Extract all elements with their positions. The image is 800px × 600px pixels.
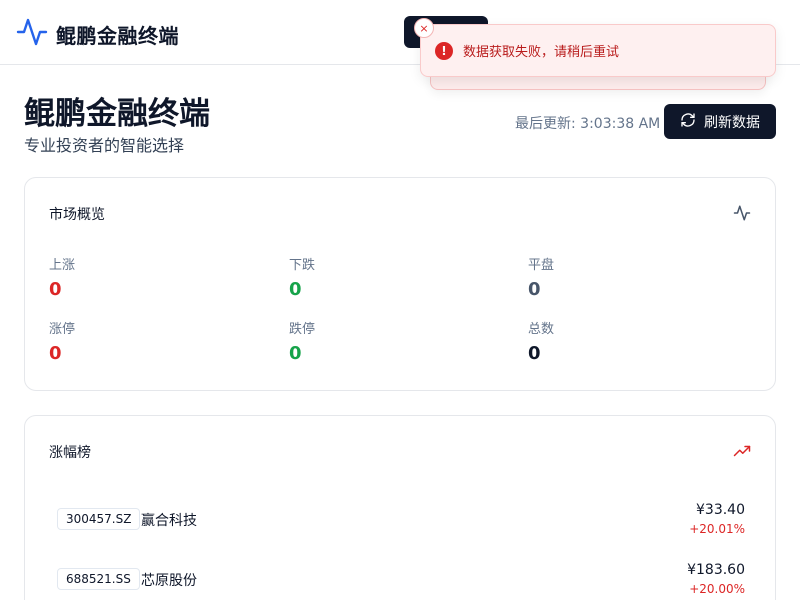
stat-value: 0 <box>49 279 62 300</box>
stock-code-badge: 688521.SS <box>57 568 140 590</box>
stat-limit-up: 涨停 0 <box>49 318 269 364</box>
error-circle-icon: ! <box>435 41 453 60</box>
stat-label: 平盘 <box>528 258 555 273</box>
last-update-text: 最后更新: 3:03:38 AM <box>515 116 661 132</box>
stat-flat: 平盘 0 <box>528 254 748 300</box>
market-overview-card: 市场概览 上涨 0 下跌 0 平盘 0 涨停 0 跌停 0 总数 0 <box>24 177 776 391</box>
stat-value: 0 <box>528 343 541 364</box>
stat-down: 下跌 0 <box>289 254 509 300</box>
stat-label: 下跌 <box>289 258 316 273</box>
stat-label: 涨停 <box>49 322 76 337</box>
brand[interactable]: 鲲鹏金融终端 <box>16 16 179 52</box>
stock-code-badge: 300457.SZ <box>57 508 141 530</box>
activity-pulse-icon <box>16 16 48 52</box>
page-title: 鲲鹏金融终端 <box>24 96 210 132</box>
refresh-button[interactable]: 刷新数据 <box>664 104 776 139</box>
trending-up-icon <box>733 442 751 460</box>
toast-message: 数据获取失败，请稍后重试 <box>463 45 620 60</box>
stat-value: 0 <box>289 279 302 300</box>
card-title: 涨幅榜 <box>49 445 91 461</box>
error-toast: ! 数据获取失败，请稍后重试 × <box>414 18 776 77</box>
table-row[interactable]: 300457.SZ 赢合科技 ¥33.40 +20.01% <box>57 496 745 536</box>
table-row[interactable]: 688521.SS 芯原股份 ¥183.60 +20.00% <box>57 556 745 596</box>
card-title: 市场概览 <box>49 207 105 223</box>
stock-price: ¥33.40 <box>696 502 745 518</box>
stock-change: +20.00% <box>689 582 745 596</box>
close-icon[interactable]: × <box>414 18 434 38</box>
refresh-icon <box>680 112 696 132</box>
stat-up: 上涨 0 <box>49 254 269 300</box>
stat-label: 跌停 <box>289 322 316 337</box>
stat-value: 0 <box>528 279 541 300</box>
stat-label: 总数 <box>528 322 555 337</box>
refresh-label: 刷新数据 <box>704 114 760 131</box>
activity-icon <box>733 204 751 222</box>
stat-value: 0 <box>289 343 302 364</box>
stock-name: 芯原股份 <box>141 573 197 589</box>
stock-change: +20.01% <box>689 522 745 536</box>
stat-value: 0 <box>49 343 62 364</box>
page-subtitle: 专业投资者的智能选择 <box>24 136 185 155</box>
stat-limit-down: 跌停 0 <box>289 318 509 364</box>
brand-name: 鲲鹏金融终端 <box>56 23 179 48</box>
top-gainers-card: 涨幅榜 300457.SZ 赢合科技 ¥33.40 +20.01% 688521… <box>24 415 776 600</box>
stock-price: ¥183.60 <box>687 562 745 578</box>
stock-name: 赢合科技 <box>141 513 197 529</box>
stat-total: 总数 0 <box>528 318 748 364</box>
stat-label: 上涨 <box>49 258 76 273</box>
